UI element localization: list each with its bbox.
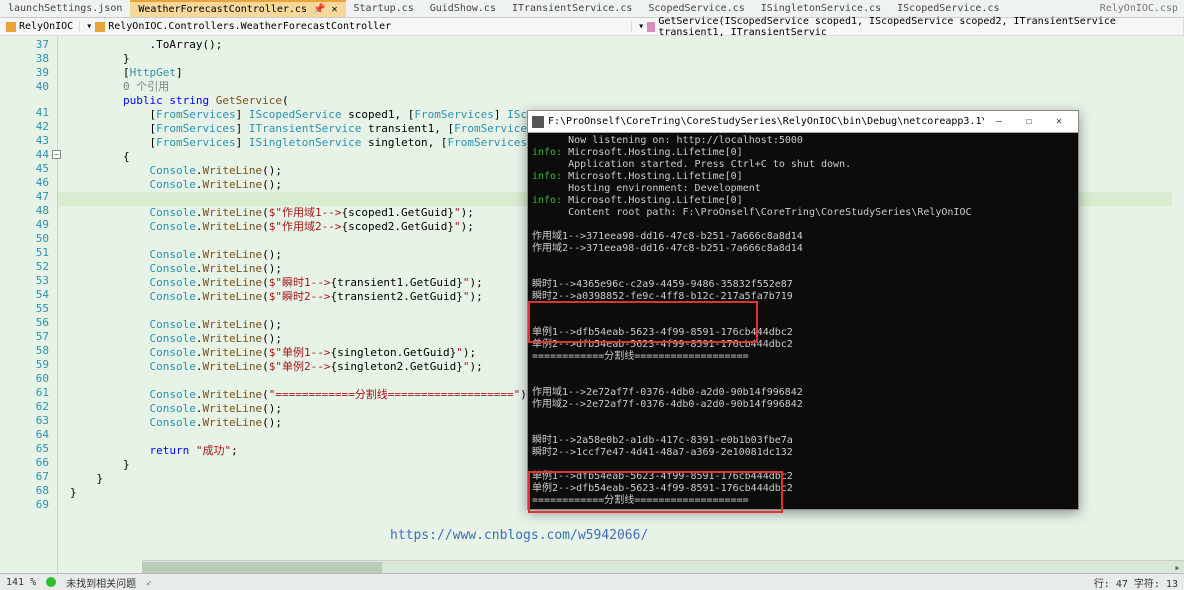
scrollbar-thumb[interactable] bbox=[142, 562, 382, 573]
context-project[interactable]: RelyOnIOC bbox=[0, 21, 80, 32]
app-icon bbox=[532, 116, 544, 128]
context-class[interactable]: ▾ RelyOnIOC.Controllers.WeatherForecastCo… bbox=[80, 21, 632, 32]
chevron-down-icon: ▾ bbox=[86, 21, 92, 32]
tab-label: WeatherForecastController.cs bbox=[138, 4, 307, 15]
tab-isingletonservice[interactable]: ISingletonService.cs bbox=[753, 1, 889, 16]
console-window[interactable]: F:\ProOnself\CoreTring\CoreStudySeries\R… bbox=[527, 110, 1079, 510]
horizontal-scrollbar[interactable]: ◂ ▸ bbox=[142, 560, 1184, 573]
tab-overflow[interactable]: RelyOnIOC.csp bbox=[1100, 3, 1184, 14]
minimize-button[interactable]: — bbox=[984, 116, 1014, 127]
context-bar: RelyOnIOC ▾ RelyOnIOC.Controllers.Weather… bbox=[0, 18, 1184, 36]
status-ok-icon bbox=[46, 577, 56, 587]
tab-launchsettings[interactable]: launchSettings.json bbox=[0, 1, 130, 16]
cursor-position: 行: 47 字符: 13 bbox=[1094, 575, 1178, 590]
tab-weatherforecastcontroller[interactable]: WeatherForecastController.cs 📌 ✕ bbox=[130, 0, 345, 17]
highlight-box-2 bbox=[528, 471, 783, 513]
class-icon bbox=[95, 22, 105, 32]
maximize-button[interactable]: ☐ bbox=[1014, 116, 1044, 127]
issues-label[interactable]: 未找到相关问题 bbox=[66, 575, 136, 590]
console-titlebar[interactable]: F:\ProOnself\CoreTring\CoreStudySeries\R… bbox=[528, 111, 1078, 133]
ln: 37 bbox=[0, 38, 49, 52]
line-numbers: 37 38 39 40 41 42 43 44 45 46 47 48 49 5… bbox=[0, 36, 58, 573]
status-bar: 141 % 未找到相关问题 ↙ 行: 47 字符: 13 bbox=[0, 573, 1184, 590]
fold-toggle[interactable]: − bbox=[52, 150, 61, 159]
method-icon bbox=[647, 22, 655, 32]
context-member[interactable]: ▾ GetService(IScopedService scoped1, ISco… bbox=[632, 16, 1184, 38]
console-title: F:\ProOnself\CoreTring\CoreStudySeries\R… bbox=[548, 116, 984, 127]
close-icon[interactable]: ✕ bbox=[331, 4, 337, 15]
tab-iscopedservice[interactable]: IScopedService.cs bbox=[889, 1, 1007, 16]
watermark-link: https://www.cnblogs.com/w5942066/ bbox=[390, 528, 648, 543]
tab-itransientservice[interactable]: ITransientService.cs bbox=[504, 1, 640, 16]
chevron-down-icon: ▾ bbox=[638, 21, 644, 32]
tab-startup[interactable]: Startup.cs bbox=[346, 1, 422, 16]
pin-icon[interactable]: 📌 bbox=[313, 4, 325, 15]
highlight-box-1 bbox=[528, 301, 758, 343]
close-button[interactable]: ✕ bbox=[1044, 116, 1074, 127]
tab-scopedservice[interactable]: ScopedService.cs bbox=[640, 1, 752, 16]
csharp-icon bbox=[6, 22, 16, 32]
zoom-level[interactable]: 141 % bbox=[6, 577, 36, 588]
context-class-label: RelyOnIOC.Controllers.WeatherForecastCon… bbox=[108, 21, 391, 32]
context-project-label: RelyOnIOC bbox=[19, 21, 73, 32]
context-member-label: GetService(IScopedService scoped1, IScop… bbox=[658, 16, 1177, 38]
tab-guidshow[interactable]: GuidShow.cs bbox=[422, 1, 504, 16]
